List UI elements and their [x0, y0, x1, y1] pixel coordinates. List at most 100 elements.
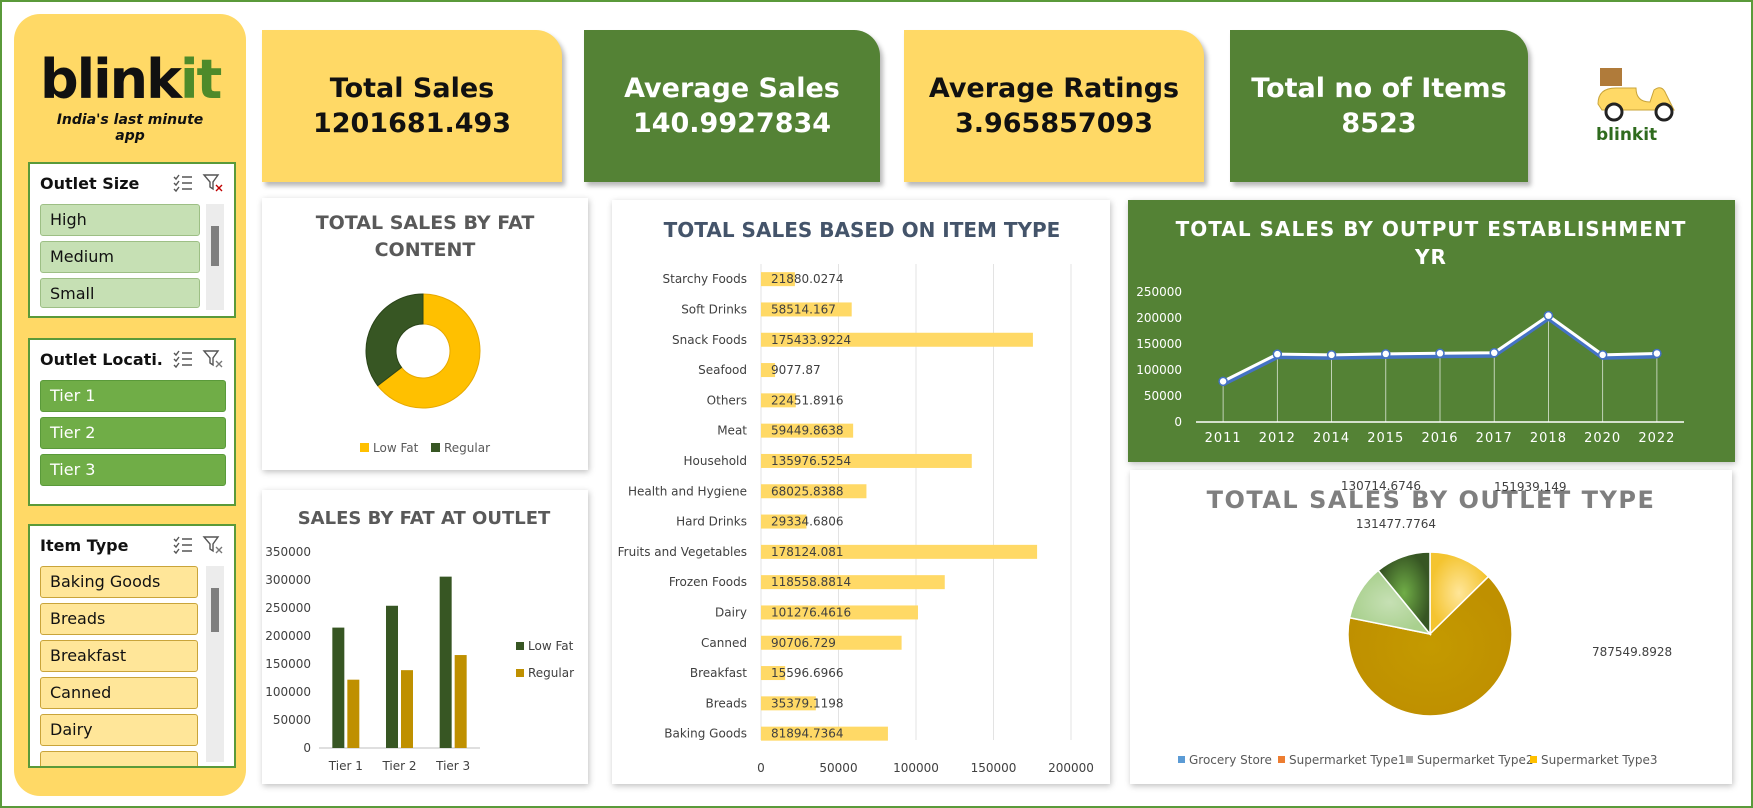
kpi-label: Total no of Items — [1251, 73, 1507, 104]
series-point — [1543, 310, 1554, 321]
series-point — [1489, 348, 1499, 358]
y-tick-label: 300000 — [265, 573, 311, 587]
outlet-type-pie-chart: TOTAL SALES BY OUTLET TYPE151939.149 7875… — [1178, 479, 1672, 767]
x-tick-label: 50000 — [819, 761, 857, 775]
kpi-value: 3.965857093 — [954, 108, 1154, 139]
slicer-item-dairy[interactable]: Dairy — [40, 714, 198, 746]
item-type-panel: TOTAL SALES BASED ON ITEM TYPE 0 50000 1000… — [612, 200, 1110, 784]
bar-low-fat — [439, 576, 452, 748]
data-label: 81894.7364 — [771, 727, 844, 741]
logo-word-b: it — [180, 48, 222, 111]
slicer-item-baking-goods[interactable]: Baking Goods — [40, 566, 198, 598]
y-tick-label: 350000 — [265, 545, 311, 559]
legend-swatch — [1530, 756, 1537, 763]
slicer-item-small[interactable]: Small — [40, 278, 200, 308]
clear-filter-icon[interactable] — [202, 349, 224, 369]
kpi-average-sales: Average Sales 140.9927834 — [584, 30, 880, 182]
chart-title: CONTENT — [375, 239, 476, 261]
fat-outlet-bar-chart: SALES BY FAT AT OUTLET 0 50000 100000 150000… — [265, 508, 574, 773]
legend-label: Low Fat — [373, 441, 419, 455]
multi-select-icon[interactable] — [172, 173, 194, 193]
y-tick-label: Breads — [705, 696, 747, 710]
series-point — [1381, 349, 1391, 359]
slicer-item-partial[interactable] — [40, 751, 198, 766]
legend-swatch — [1178, 756, 1185, 763]
legend-swatch — [360, 443, 369, 452]
bar-low-fat — [332, 627, 345, 748]
kpi-label: Average Sales — [624, 73, 840, 104]
y-tick-label: 200000 — [1136, 311, 1182, 325]
slicer-item-high[interactable]: High — [40, 204, 200, 236]
y-tick-label: Breakfast — [690, 666, 747, 680]
kpi-total-sales: Total Sales 1201681.493 — [262, 30, 562, 182]
legend-swatch — [431, 443, 440, 452]
kpi-label: Average Ratings — [928, 73, 1180, 104]
item-type-slicer: Item Type Baking Goods Breads Breakfast … — [28, 524, 236, 768]
data-label: 135976.5254 — [771, 454, 851, 468]
slicer-scrollbar[interactable] — [206, 204, 224, 310]
x-tick-label: 2012 — [1259, 431, 1296, 446]
data-label: 151939.149 — [1494, 480, 1567, 494]
multi-select-icon[interactable] — [172, 535, 194, 555]
legend-label: Low Fat — [528, 639, 574, 653]
slicer-item-canned[interactable]: Canned — [40, 677, 198, 709]
y-tick-label: 0 — [303, 741, 311, 755]
clear-filter-icon[interactable] — [202, 173, 224, 193]
legend-swatch — [516, 642, 524, 650]
x-tick-label: 100000 — [893, 761, 939, 775]
multi-select-icon[interactable] — [172, 349, 194, 369]
y-tick-label: Others — [707, 393, 747, 407]
bar-low-fat — [386, 605, 398, 748]
y-tick-label: 200000 — [265, 629, 311, 643]
data-label: 58514.167 — [771, 302, 836, 316]
slicer-item-tier-1[interactable]: Tier 1 — [40, 380, 226, 412]
slicer-scrollbar[interactable] — [206, 566, 224, 762]
x-tick-label: 2014 — [1313, 431, 1350, 446]
bar-regular — [347, 679, 360, 748]
x-tick-label: 150000 — [971, 761, 1017, 775]
x-tick-label: 2015 — [1367, 431, 1404, 446]
y-tick-label: Starchy Foods — [663, 272, 748, 286]
slicer-item-tier-3[interactable]: Tier 3 — [40, 454, 226, 486]
outlet-size-slicer: Outlet Size High Medium Small — [28, 162, 236, 318]
data-label: 131477.7764 — [1356, 517, 1436, 531]
data-label: 22451.8916 — [771, 393, 844, 407]
donut-slice-regular — [365, 293, 424, 387]
x-tick-label: 2011 — [1205, 431, 1242, 446]
small-logo-text: blinkit — [1596, 125, 1657, 145]
data-label: 90706.729 — [771, 636, 836, 650]
y-tick-label: Baking Goods — [664, 727, 747, 741]
chart-title: TOTAL SALES BY OUTPUT ESTABLISHMENT — [1176, 217, 1687, 241]
data-label: 130714.6746 — [1341, 479, 1421, 493]
legend-swatch — [516, 669, 524, 677]
clear-filter-icon[interactable] — [202, 535, 224, 555]
slicer-item-tier-2[interactable]: Tier 2 — [40, 417, 226, 449]
y-tick-label: Seafood — [698, 363, 747, 377]
kpi-label: Total Sales — [329, 73, 495, 104]
series-point — [1272, 349, 1283, 359]
y-tick-label: Fruits and Vegetables — [618, 545, 747, 559]
chart-title: YR — [1414, 245, 1447, 269]
bar-regular — [454, 655, 467, 748]
kpi-average-ratings: Average Ratings 3.965857093 — [904, 30, 1204, 182]
slicer-item-medium[interactable]: Medium — [40, 241, 200, 273]
series-point — [1652, 348, 1662, 359]
establishment-panel: TOTAL SALES BY OUTPUT ESTABLISHMENT YR 0 50… — [1128, 200, 1735, 462]
y-tick-label: Snack Foods — [672, 333, 747, 347]
data-label: 178124.081 — [771, 545, 844, 559]
y-tick-label: 50000 — [1144, 389, 1182, 403]
chart-title: TOTAL SALES BY FAT — [316, 212, 535, 234]
data-label: 787549.8928 — [1592, 645, 1672, 659]
slicer-title: Outlet Size — [40, 173, 140, 193]
kpi-value: 8523 — [1341, 108, 1417, 139]
y-tick-label: 250000 — [1136, 285, 1182, 299]
slicer-item-breads[interactable]: Breads — [40, 603, 198, 635]
legend-label: Supermarket Type1 — [1289, 753, 1406, 767]
kpi-total-items: Total no of Items 8523 — [1230, 30, 1528, 182]
slicer-title: Outlet Locati... — [40, 349, 164, 369]
x-tick-label: Tier 1 — [328, 759, 363, 773]
data-label: 175433.9224 — [771, 333, 851, 347]
data-label: 35379.1198 — [771, 696, 844, 710]
slicer-item-breakfast[interactable]: Breakfast — [40, 640, 198, 672]
x-tick-label: Tier 3 — [435, 759, 470, 773]
